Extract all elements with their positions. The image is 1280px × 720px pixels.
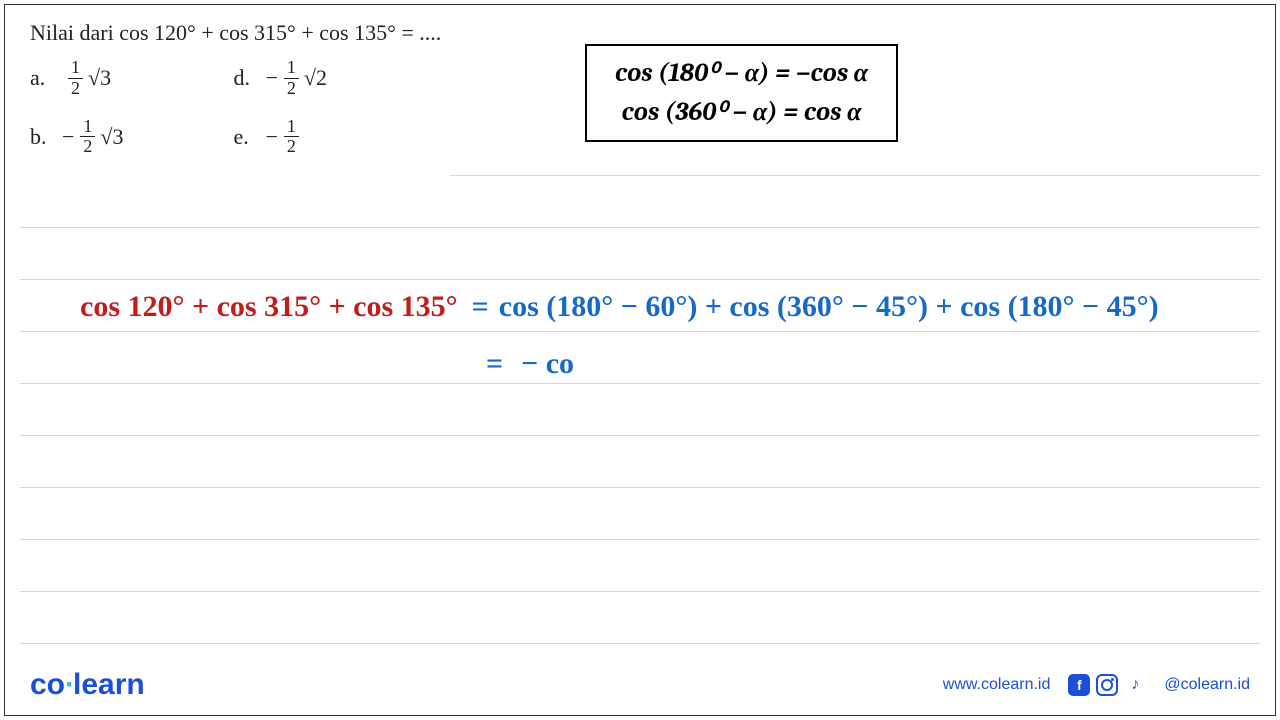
option-label: b.	[30, 124, 48, 150]
handwritten-work: cos 120° + cos 315° + cos 135° = cos (18…	[80, 278, 1250, 392]
facebook-icon: f	[1068, 674, 1090, 696]
footer: co·learn www.colearn.id f ♪ @colearn.id	[30, 668, 1250, 702]
fraction: 12	[284, 117, 299, 158]
colearn-logo: co·learn	[30, 668, 145, 702]
fraction: 12	[80, 117, 95, 158]
option-label: a.	[30, 65, 48, 91]
instagram-icon	[1096, 674, 1118, 696]
work-lhs: cos 120° + cos 315° + cos 135°	[80, 278, 458, 335]
fraction: 12	[68, 58, 83, 99]
option-e: e. − 12	[234, 117, 328, 158]
option-a: a. 12 √3	[30, 58, 124, 99]
identity-formula-box: cos (180⁰ − α) = −cos α cos (360⁰ − α) =…	[585, 44, 898, 142]
equals-sign: =	[486, 335, 503, 392]
option-label: e.	[234, 124, 252, 150]
identity-line-2: cos (360⁰ − α) = cos α	[615, 93, 868, 132]
equals-sign: =	[472, 278, 489, 335]
work-rhs-1: cos (180° − 60°) + cos (360° − 45°) + co…	[499, 278, 1159, 335]
option-sign: −	[62, 124, 74, 150]
lined-workspace	[20, 175, 1260, 650]
social-handle: @colearn.id	[1164, 676, 1250, 694]
fraction: 12	[284, 58, 299, 99]
option-sign: −	[266, 124, 278, 150]
question-text: Nilai dari cos 120° + cos 315° + cos 135…	[30, 20, 1250, 46]
social-icons: f ♪	[1068, 674, 1146, 696]
work-rhs-2: − co	[521, 335, 574, 392]
option-root: √2	[304, 65, 327, 91]
identity-line-1: cos (180⁰ − α) = −cos α	[615, 54, 868, 93]
option-label: d.	[234, 65, 252, 91]
option-root: √3	[88, 65, 111, 91]
option-sign: −	[266, 65, 278, 91]
option-root: √3	[100, 124, 123, 150]
option-b: b. − 12 √3	[30, 117, 124, 158]
footer-url: www.colearn.id	[943, 676, 1051, 694]
option-d: d. − 12 √2	[234, 58, 328, 99]
tiktok-icon: ♪	[1124, 674, 1146, 696]
